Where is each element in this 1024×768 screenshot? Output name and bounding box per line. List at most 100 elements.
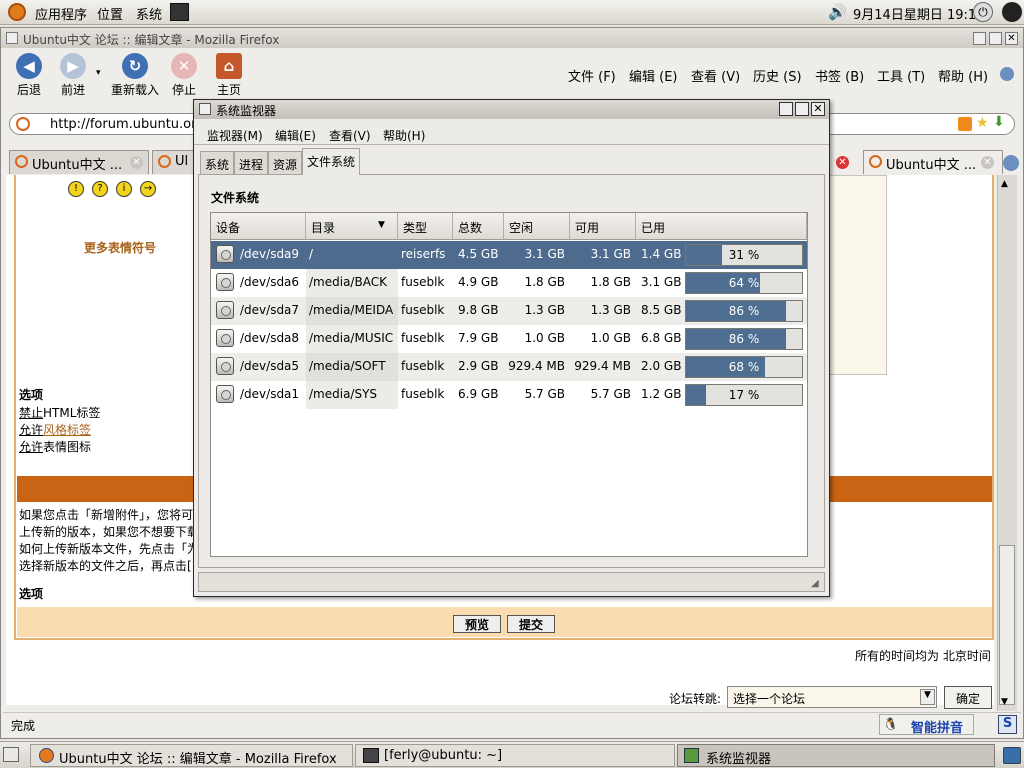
tab-filesystems[interactable]: 文件系统 [302, 148, 361, 175]
sysmon-menu-monitor[interactable]: 监视器(M) [207, 127, 263, 144]
ime-s-icon[interactable]: S [998, 715, 1017, 734]
col-total[interactable]: 总数 [453, 213, 504, 240]
tab-2[interactable]: Ul [152, 150, 196, 174]
tab-resources[interactable]: 资源 [268, 151, 303, 175]
ime-indicator[interactable]: 🐧 智能拼音 [879, 714, 974, 736]
harddisk-icon [216, 329, 234, 347]
table-row[interactable]: /dev/sda7/media/MEIDA fuseblk 9.8 GB 1.3 GB… [211, 297, 807, 325]
tab-favicon-icon [15, 155, 28, 168]
forward-button[interactable]: ▶ 前进 [53, 53, 93, 98]
cell-device: /dev/sda7 [240, 303, 300, 317]
more-emoticons-link[interactable]: 更多表情符号 [84, 239, 156, 256]
menu-help[interactable]: 帮助 (H) [938, 66, 988, 85]
table-row[interactable]: /dev/sda8/media/MUSIC fuseblk 7.9 GB 1.0 GB… [211, 325, 807, 353]
firefox-titlebar[interactable]: Ubuntu中文 论坛 :: 编辑文章 - Mozilla Firefox [1, 28, 1023, 48]
sysmon-titlebar[interactable]: 系统监视器 [194, 100, 829, 119]
col-directory[interactable]: 目录 ▼ [306, 213, 398, 240]
idea-emoticon-icon[interactable]: i [116, 181, 132, 197]
maximize-icon[interactable] [989, 32, 1002, 45]
close-icon[interactable]: ✕ [811, 102, 825, 116]
table-row[interactable]: /dev/sda5/media/SOFT fuseblk 2.9 GB 929.4 M… [211, 353, 807, 381]
sysmon-menu-edit[interactable]: 编辑(E) [275, 127, 316, 144]
option-html-state[interactable]: 禁止 [19, 406, 43, 420]
tab-list-icon[interactable] [1003, 155, 1019, 171]
task-label: 系统监视器 [706, 752, 772, 767]
clock[interactable]: 9月14日星期日 19:16 [853, 4, 984, 23]
submit-button[interactable]: 提交 [507, 615, 555, 633]
stop-icon: ✕ [171, 53, 197, 79]
menu-tools[interactable]: 工具 (T) [877, 66, 925, 85]
table-row[interactable]: /dev/sda1/media/SYS fuseblk 6.9 GB 5.7 GB 5.… [211, 381, 807, 409]
close-icon[interactable]: ✕ [1005, 32, 1018, 45]
preview-button[interactable]: 预览 [453, 615, 501, 633]
col-used[interactable]: 已用 [636, 213, 807, 240]
forum-jump-value: 选择一个论坛 [733, 692, 806, 706]
col-type[interactable]: 类型 [398, 213, 453, 240]
tab-close-icon[interactable]: ✕ [130, 156, 143, 169]
stop-button[interactable]: ✕ 停止 [166, 53, 202, 98]
tab-active[interactable]: Ubuntu中文 ... ✕ [863, 150, 1003, 174]
col-free[interactable]: 空闲 [504, 213, 570, 240]
col-available[interactable]: 可用 [570, 213, 636, 240]
terminal-launcher-icon[interactable] [170, 3, 189, 21]
option-bbcode-state[interactable]: 允许 [19, 423, 43, 437]
menu-edit[interactable]: 编辑 (E) [629, 66, 678, 85]
minimize-icon[interactable] [973, 32, 986, 45]
trash-icon[interactable] [1003, 747, 1021, 764]
arrow-emoticon-icon[interactable]: → [140, 181, 156, 197]
exclaim-emoticon-icon[interactable]: ! [68, 181, 84, 197]
menu-system[interactable]: 系统 [136, 4, 162, 23]
resize-grip-icon[interactable]: ◢ [811, 578, 819, 589]
usage-bar-label: 86 % [728, 304, 760, 318]
tab-1[interactable]: Ubuntu中文 ... ✕ [9, 150, 149, 174]
power-icon[interactable]: ⏻ [973, 2, 993, 22]
window-menu-icon[interactable] [6, 32, 18, 44]
maximize-icon[interactable] [795, 102, 809, 116]
qq-icon[interactable] [1002, 2, 1022, 22]
filesystems-heading: 文件系统 [211, 191, 260, 205]
back-button[interactable]: ◀ 后退 [9, 53, 49, 98]
show-desktop-icon[interactable] [3, 747, 19, 762]
tab-close-icon[interactable]: ✕ [836, 156, 849, 169]
question-emoticon-icon[interactable]: ? [92, 181, 108, 197]
menu-view[interactable]: 查看 (V) [691, 66, 740, 85]
home-button[interactable]: ⌂ 主页 [211, 53, 247, 98]
reload-button[interactable]: ↻ 重新载入 [107, 53, 163, 98]
tab-processes[interactable]: 进程 [234, 151, 269, 175]
scroll-thumb[interactable] [999, 545, 1015, 705]
menu-bookmarks[interactable]: 书签 (B) [815, 66, 864, 85]
download-arrow-icon[interactable]: ⬇ [993, 114, 1005, 130]
table-row[interactable]: /dev/sda6/media/BACK fuseblk 4.9 GB 1.8 GB 1… [211, 269, 807, 297]
task-sysmon[interactable]: 系统监视器 [677, 744, 995, 767]
menu-places[interactable]: 位置 [97, 4, 123, 23]
window-menu-icon[interactable] [199, 103, 211, 115]
menu-history[interactable]: 历史 (S) [753, 66, 802, 85]
scroll-up-icon[interactable]: ▲ [1001, 179, 1008, 189]
tab-system[interactable]: 系统 [200, 151, 235, 175]
tab-close-icon[interactable]: ✕ [981, 156, 994, 169]
sysmon-title: 系统监视器 [216, 104, 277, 118]
forum-jump-select[interactable]: 选择一个论坛 ▼ [727, 686, 937, 708]
sysmon-menu-view[interactable]: 查看(V) [329, 127, 371, 144]
option-bbcode-link[interactable]: 风格标签 [43, 423, 91, 437]
history-dropdown-icon[interactable]: ▾ [96, 68, 101, 78]
table-row[interactable]: /dev/sda9 / reiserfs 4.5 GB 3.1 GB 3.1 GB 1.4 … [211, 241, 807, 269]
menu-applications[interactable]: 应用程序 [35, 4, 87, 23]
task-terminal[interactable]: [ferly@ubuntu: ~] [355, 744, 675, 767]
scroll-down-icon[interactable]: ▼ [1001, 697, 1008, 707]
volume-icon[interactable]: 🔊 [828, 3, 847, 21]
rss-icon[interactable] [958, 117, 972, 131]
menu-file[interactable]: 文件 (F) [568, 66, 616, 85]
ubuntu-logo-icon[interactable] [8, 3, 26, 21]
sysmon-menu-help[interactable]: 帮助(H) [383, 127, 425, 144]
bookmark-star-icon[interactable]: ★ [976, 115, 989, 131]
page-scrollbar[interactable]: ▲ ▼ [997, 175, 1017, 711]
option-smilies-state[interactable]: 允许 [19, 440, 43, 454]
forum-jump-go-button[interactable]: 确定 [944, 686, 992, 709]
col-device[interactable]: 设备 [211, 213, 306, 240]
cell-dir: /media/MEIDA [309, 303, 394, 317]
task-firefox[interactable]: Ubuntu中文 论坛 :: 编辑文章 - Mozilla Firefox [30, 744, 353, 767]
stop-label: 停止 [171, 83, 196, 97]
cell-dir: /media/BACK [309, 275, 387, 289]
minimize-icon[interactable] [779, 102, 793, 116]
